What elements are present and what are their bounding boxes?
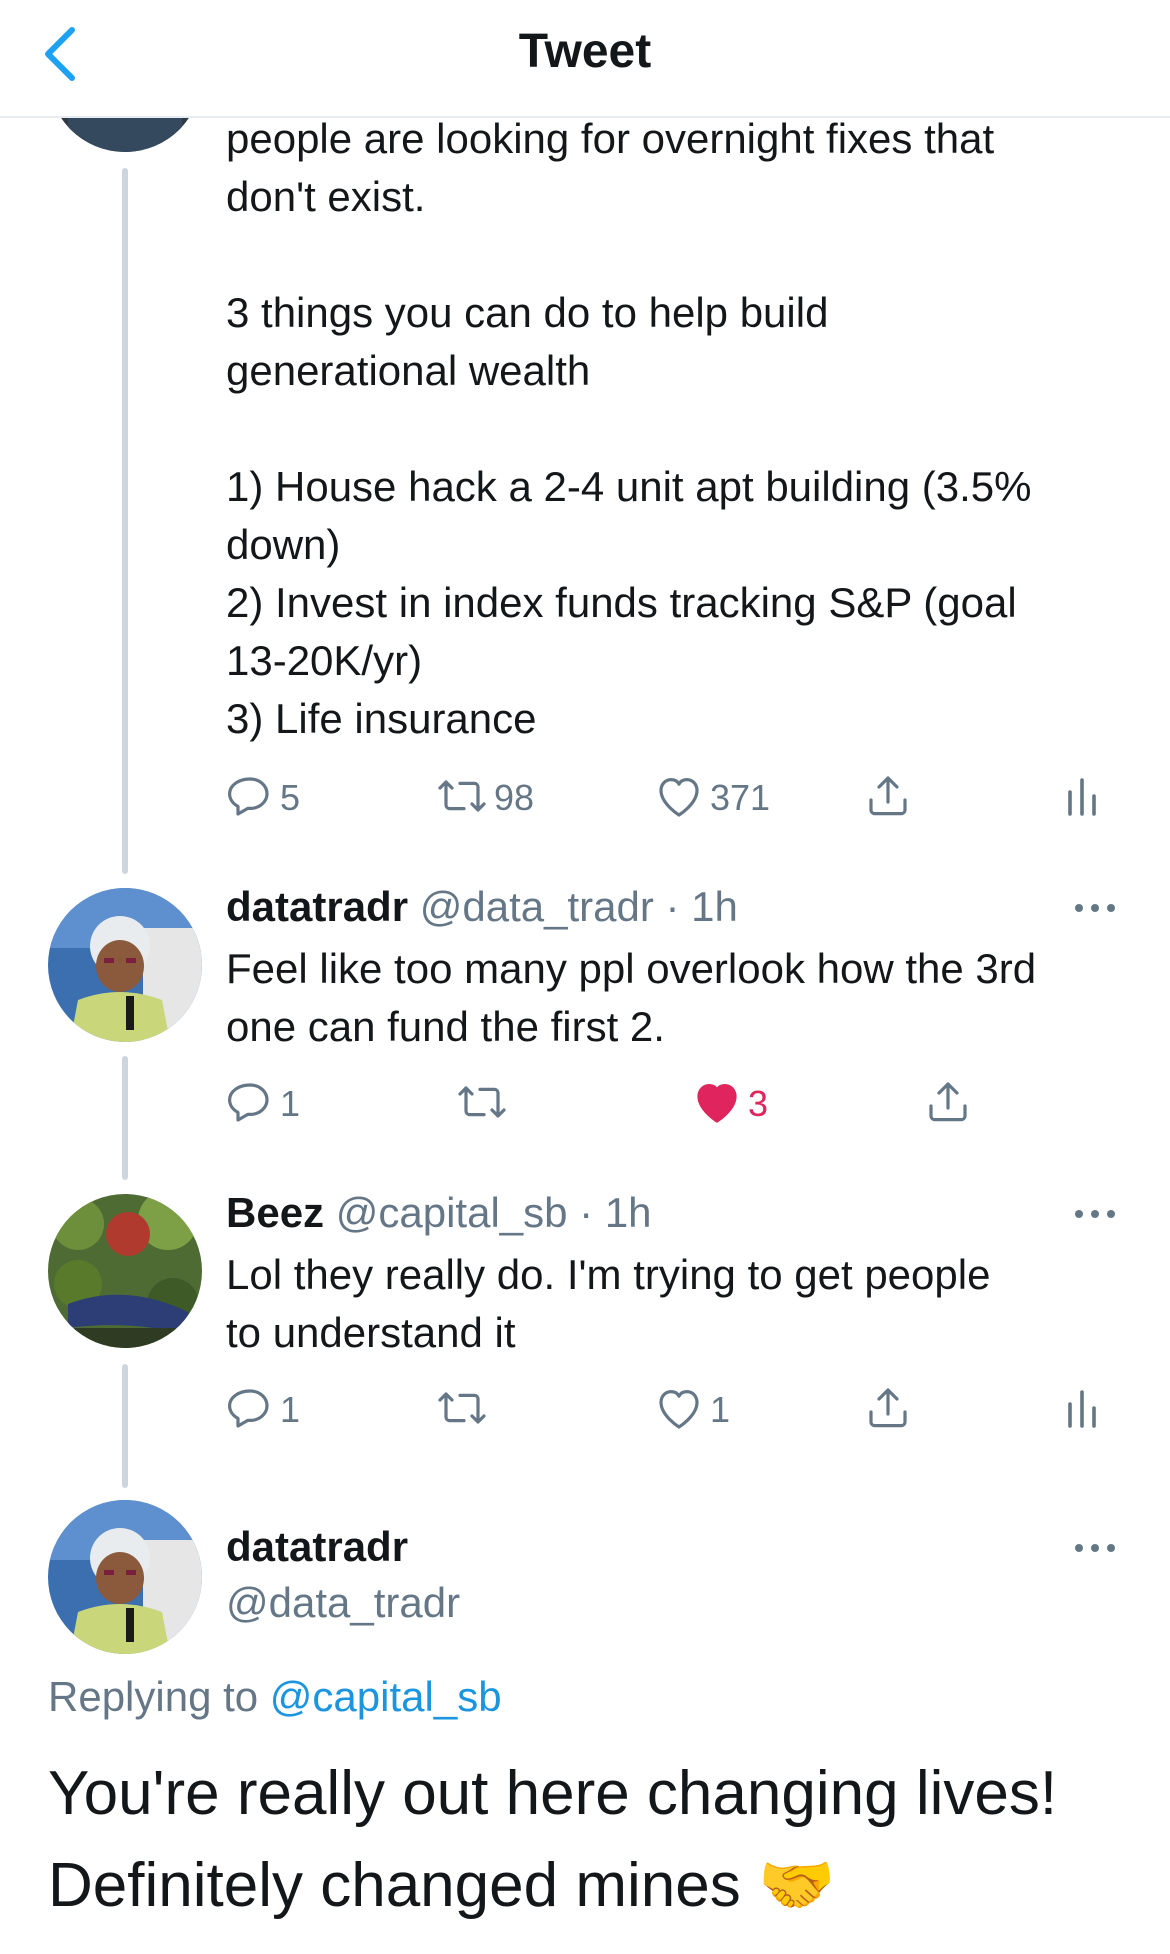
like-button[interactable]: 3	[692, 1074, 768, 1134]
tweet-header: datatradr @data_tradr · 1h	[226, 878, 738, 936]
analytics-button[interactable]	[1064, 1380, 1100, 1440]
tweet-text: Lol they really do. I'm trying to get pe…	[226, 1251, 991, 1356]
user-handle[interactable]: @data_tradr	[420, 883, 654, 930]
timestamp: 1h	[691, 883, 738, 930]
retweet-icon	[436, 1384, 488, 1437]
like-button[interactable]: 1	[654, 1380, 730, 1440]
share-button[interactable]	[864, 1380, 912, 1440]
like-icon	[654, 1384, 704, 1437]
display-name[interactable]: Beez	[226, 1189, 324, 1236]
tweet-text: people are looking for overnight fixes t…	[226, 115, 1032, 742]
like-icon	[654, 772, 704, 825]
thread-connector-line	[122, 1056, 128, 1180]
top-navigation-bar: Tweet	[0, 0, 1170, 118]
retweet-icon	[436, 772, 488, 825]
reply-count: 5	[280, 777, 301, 818]
like-count: 3	[748, 1083, 769, 1124]
main-tweet-handle: @data_tradr	[226, 1574, 460, 1632]
share-button[interactable]	[864, 768, 912, 828]
display-name[interactable]: datatradr	[226, 883, 408, 930]
retweet-button[interactable]: 98	[436, 768, 534, 828]
thread-connector-line	[122, 1364, 128, 1488]
avatar[interactable]	[48, 1500, 202, 1654]
share-button[interactable]	[924, 1074, 972, 1134]
user-handle[interactable]: @data_tradr	[226, 1579, 460, 1626]
like-icon	[692, 1078, 742, 1131]
like-count: 1	[710, 1389, 731, 1430]
replying-to-label: Replying to	[48, 1673, 270, 1720]
analytics-icon	[1064, 1384, 1100, 1437]
more-icon[interactable]	[1072, 1538, 1118, 1558]
tweet-actions: 1 1	[226, 1380, 1126, 1440]
retweet-button[interactable]	[456, 1074, 508, 1134]
reply-icon	[226, 772, 274, 825]
reply-icon	[226, 1078, 274, 1131]
tweet-text: Feel like too many ppl overlook how the …	[226, 945, 1037, 1050]
tweet-actions: 5 98 371	[226, 768, 1126, 828]
analytics-button[interactable]	[1064, 768, 1100, 828]
like-count: 371	[710, 777, 771, 818]
reply-count: 1	[280, 1083, 301, 1124]
like-button[interactable]: 371	[654, 768, 770, 828]
reply-button[interactable]: 1	[226, 1380, 300, 1440]
retweet-count: 98	[494, 777, 535, 818]
more-icon[interactable]	[1072, 898, 1118, 918]
separator-dot: ·	[653, 883, 692, 930]
retweet-button[interactable]	[436, 1380, 488, 1440]
reply-button[interactable]: 5	[226, 768, 300, 828]
user-handle[interactable]: @capital_sb	[336, 1189, 568, 1236]
analytics-icon	[1064, 772, 1100, 825]
reply-icon	[226, 1384, 274, 1437]
tweet-actions: 1 3	[226, 1074, 1126, 1134]
main-tweet-name: datatradr	[226, 1518, 408, 1576]
reply-count: 1	[280, 1389, 301, 1430]
separator-dot: ·	[567, 1189, 605, 1236]
share-icon	[924, 1078, 972, 1131]
retweet-icon	[456, 1078, 508, 1131]
main-tweet-text: You're really out here changing lives! D…	[48, 1759, 1058, 1920]
share-icon	[864, 772, 912, 825]
timestamp: 1h	[604, 1189, 652, 1236]
share-icon	[864, 1384, 912, 1437]
reply-button[interactable]: 1	[226, 1074, 300, 1134]
replying-to: Replying to @capital_sb	[48, 1668, 502, 1726]
page-title: Tweet	[518, 25, 652, 78]
thread-connector-line	[122, 168, 128, 874]
avatar[interactable]	[48, 888, 202, 1042]
replying-to-link[interactable]: @capital_sb	[270, 1673, 502, 1720]
tweet-header: Beez @capital_sb · 1h	[226, 1184, 652, 1242]
display-name[interactable]: datatradr	[226, 1523, 408, 1570]
more-icon[interactable]	[1072, 1204, 1118, 1224]
avatar[interactable]	[48, 1194, 202, 1348]
